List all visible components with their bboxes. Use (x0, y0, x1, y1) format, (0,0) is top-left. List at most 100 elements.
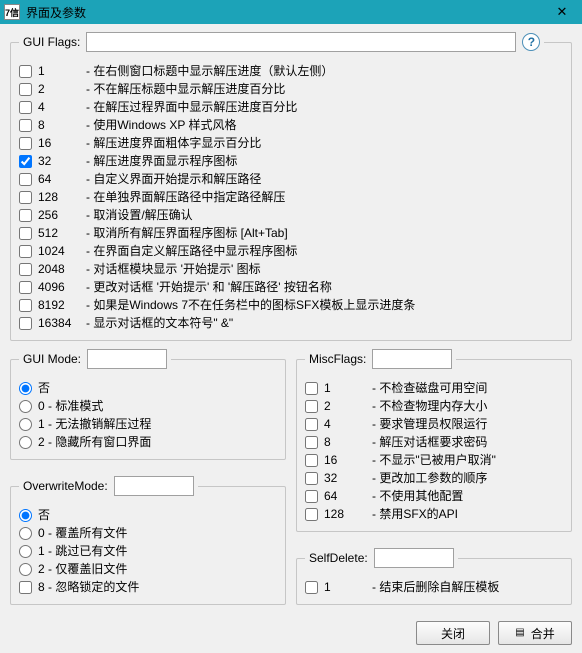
gui-flag-row[interactable]: 64- 自定义界面开始提示和解压路径 (19, 170, 563, 188)
gui-flag-row[interactable]: 512- 取消所有解压界面程序图标 [Alt+Tab] (19, 224, 563, 242)
gui-flag-checkbox[interactable] (19, 119, 32, 132)
gui-mode-item-radio[interactable] (19, 382, 32, 395)
overwrite-mode-item-radio[interactable] (19, 509, 32, 522)
gui-flag-desc: - 自定义界面开始提示和解压路径 (86, 170, 261, 188)
gui-flags-input[interactable] (86, 32, 516, 52)
misc-flag-checkbox[interactable] (305, 382, 318, 395)
merge-button-label: 合并 (531, 625, 555, 642)
misc-flags-label: MiscFlags: (309, 352, 366, 366)
overwrite-mode-item-row[interactable]: 0 - 覆盖所有文件 (19, 524, 277, 542)
misc-flag-row[interactable]: 8- 解压对话框要求密码 (305, 433, 563, 451)
gui-flag-checkbox[interactable] (19, 281, 32, 294)
gui-flag-checkbox[interactable] (19, 137, 32, 150)
gui-mode-item-radio[interactable] (19, 436, 32, 449)
help-icon[interactable]: ? (522, 33, 540, 51)
gui-flag-checkbox[interactable] (19, 191, 32, 204)
gui-flag-num: 2048 (38, 260, 80, 278)
misc-flag-num: 16 (324, 451, 366, 469)
gui-mode-input[interactable] (87, 349, 167, 369)
misc-flag-checkbox[interactable] (305, 454, 318, 467)
gui-mode-item-label: 1 - 无法撤销解压过程 (38, 415, 151, 433)
overwrite-mode-item-row[interactable]: 否 (19, 506, 277, 524)
gui-flag-num: 16384 (38, 314, 80, 332)
gui-flag-num: 32 (38, 152, 80, 170)
overwrite-mode-item-row[interactable]: 8 - 忽略锁定的文件 (19, 578, 277, 596)
close-button-label: 关闭 (441, 625, 465, 642)
gui-flag-checkbox[interactable] (19, 155, 32, 168)
titlebar: 7信 界面及参数 ✕ (0, 0, 582, 24)
gui-flag-row[interactable]: 1- 在右侧窗口标题中显示解压进度（默认左侧） (19, 62, 563, 80)
overwrite-mode-item-row[interactable]: 1 - 跳过已有文件 (19, 542, 277, 560)
misc-flag-checkbox[interactable] (305, 436, 318, 449)
misc-flag-row[interactable]: 64- 不使用其他配置 (305, 487, 563, 505)
gui-flag-checkbox[interactable] (19, 299, 32, 312)
gui-flag-row[interactable]: 16- 解压进度界面粗体字显示百分比 (19, 134, 563, 152)
gui-mode-item-row[interactable]: 1 - 无法撤销解压过程 (19, 415, 277, 433)
misc-flag-row[interactable]: 128- 禁用SFX的API (305, 505, 563, 523)
misc-flag-checkbox[interactable] (305, 490, 318, 503)
gui-flag-row[interactable]: 32- 解压进度界面显示程序图标 (19, 152, 563, 170)
gui-flag-desc: - 显示对话框的文本符号" &" (86, 314, 233, 332)
gui-flag-row[interactable]: 8192- 如果是Windows 7不在任务栏中的图标SFX模板上显示进度条 (19, 296, 563, 314)
gui-flag-row[interactable]: 1024- 在界面自定义解压路径中显示程序图标 (19, 242, 563, 260)
misc-flag-desc: - 不使用其他配置 (372, 487, 463, 505)
gui-mode-group: GUI Mode: 否0 - 标准模式1 - 无法撤销解压过程2 - 隐藏所有窗… (10, 349, 286, 460)
gui-flag-checkbox[interactable] (19, 227, 32, 240)
self-delete-flag-checkbox[interactable] (305, 581, 318, 594)
gui-flag-row[interactable]: 256- 取消设置/解压确认 (19, 206, 563, 224)
overwrite-mode-group: OverwriteMode: 否0 - 覆盖所有文件1 - 跳过已有文件2 - … (10, 476, 286, 605)
gui-flag-desc: - 对话框模块显示 '开始提示' 图标 (86, 260, 261, 278)
misc-flag-checkbox[interactable] (305, 400, 318, 413)
misc-flag-row[interactable]: 16 - 不显示"已被用户取消" (305, 451, 563, 469)
misc-flag-row[interactable]: 2- 不检查物理内存大小 (305, 397, 563, 415)
overwrite-mode-item-radio[interactable] (19, 563, 32, 576)
gui-flag-row[interactable]: 128- 在单独界面解压路径中指定路径解压 (19, 188, 563, 206)
gui-mode-item-row[interactable]: 2 - 隐藏所有窗口界面 (19, 433, 277, 451)
gui-mode-item-row[interactable]: 0 - 标准模式 (19, 397, 277, 415)
overwrite-mode-input[interactable] (114, 476, 194, 496)
gui-flag-row[interactable]: 4096- 更改对话框 '开始提示' 和 '解压路径' 按钮名称 (19, 278, 563, 296)
gui-flag-checkbox[interactable] (19, 263, 32, 276)
overwrite-mode-item-radio[interactable] (19, 545, 32, 558)
gui-mode-item-row[interactable]: 否 (19, 379, 277, 397)
overwrite-mode-item-checkbox[interactable] (19, 581, 32, 594)
misc-flag-checkbox[interactable] (305, 418, 318, 431)
misc-flag-desc: - 不检查物理内存大小 (372, 397, 487, 415)
self-delete-flag-row[interactable]: 1- 结束后删除自解压模板 (305, 578, 563, 596)
misc-flag-row[interactable]: 32- 更改加工参数的顺序 (305, 469, 563, 487)
gui-flag-desc: - 解压进度界面粗体字显示百分比 (86, 134, 261, 152)
misc-flag-num: 32 (324, 469, 366, 487)
self-delete-flag-num: 1 (324, 578, 366, 596)
misc-flags-input[interactable] (372, 349, 452, 369)
misc-flag-desc: - 不显示"已被用户取消" (372, 451, 496, 469)
gui-flag-checkbox[interactable] (19, 83, 32, 96)
gui-mode-item-radio[interactable] (19, 400, 32, 413)
gui-flag-checkbox[interactable] (19, 245, 32, 258)
gui-flag-checkbox[interactable] (19, 101, 32, 114)
misc-flag-row[interactable]: 4- 要求管理员权限运行 (305, 415, 563, 433)
gui-flag-checkbox[interactable] (19, 65, 32, 78)
gui-flag-checkbox[interactable] (19, 209, 32, 222)
window-title: 界面及参数 (26, 4, 86, 21)
overwrite-mode-item-radio[interactable] (19, 527, 32, 540)
overwrite-mode-label: OverwriteMode: (23, 479, 108, 493)
gui-flag-desc: - 在单独界面解压路径中指定路径解压 (86, 188, 285, 206)
misc-flag-checkbox[interactable] (305, 508, 318, 521)
gui-flag-row[interactable]: 16384 - 显示对话框的文本符号" &" (19, 314, 563, 332)
self-delete-input[interactable] (374, 548, 454, 568)
overwrite-mode-item-row[interactable]: 2 - 仅覆盖旧文件 (19, 560, 277, 578)
misc-flag-checkbox[interactable] (305, 472, 318, 485)
gui-flag-checkbox[interactable] (19, 173, 32, 186)
gui-flag-num: 4 (38, 98, 80, 116)
gui-flag-row[interactable]: 2- 不在解压标题中显示解压进度百分比 (19, 80, 563, 98)
close-icon[interactable]: ✕ (542, 0, 582, 24)
gui-mode-item-radio[interactable] (19, 418, 32, 431)
close-button[interactable]: 关闭 (416, 621, 490, 645)
gui-flag-row[interactable]: 8- 使用Windows XP 样式风格 (19, 116, 563, 134)
gui-flag-checkbox[interactable] (19, 317, 32, 330)
gui-flag-row[interactable]: 4- 在解压过程界面中显示解压进度百分比 (19, 98, 563, 116)
gui-flag-row[interactable]: 2048 - 对话框模块显示 '开始提示' 图标 (19, 260, 563, 278)
gui-flag-num: 4096 (38, 278, 80, 296)
merge-button[interactable]: ▤ 合并 (498, 621, 572, 645)
misc-flag-row[interactable]: 1- 不检查磁盘可用空间 (305, 379, 563, 397)
